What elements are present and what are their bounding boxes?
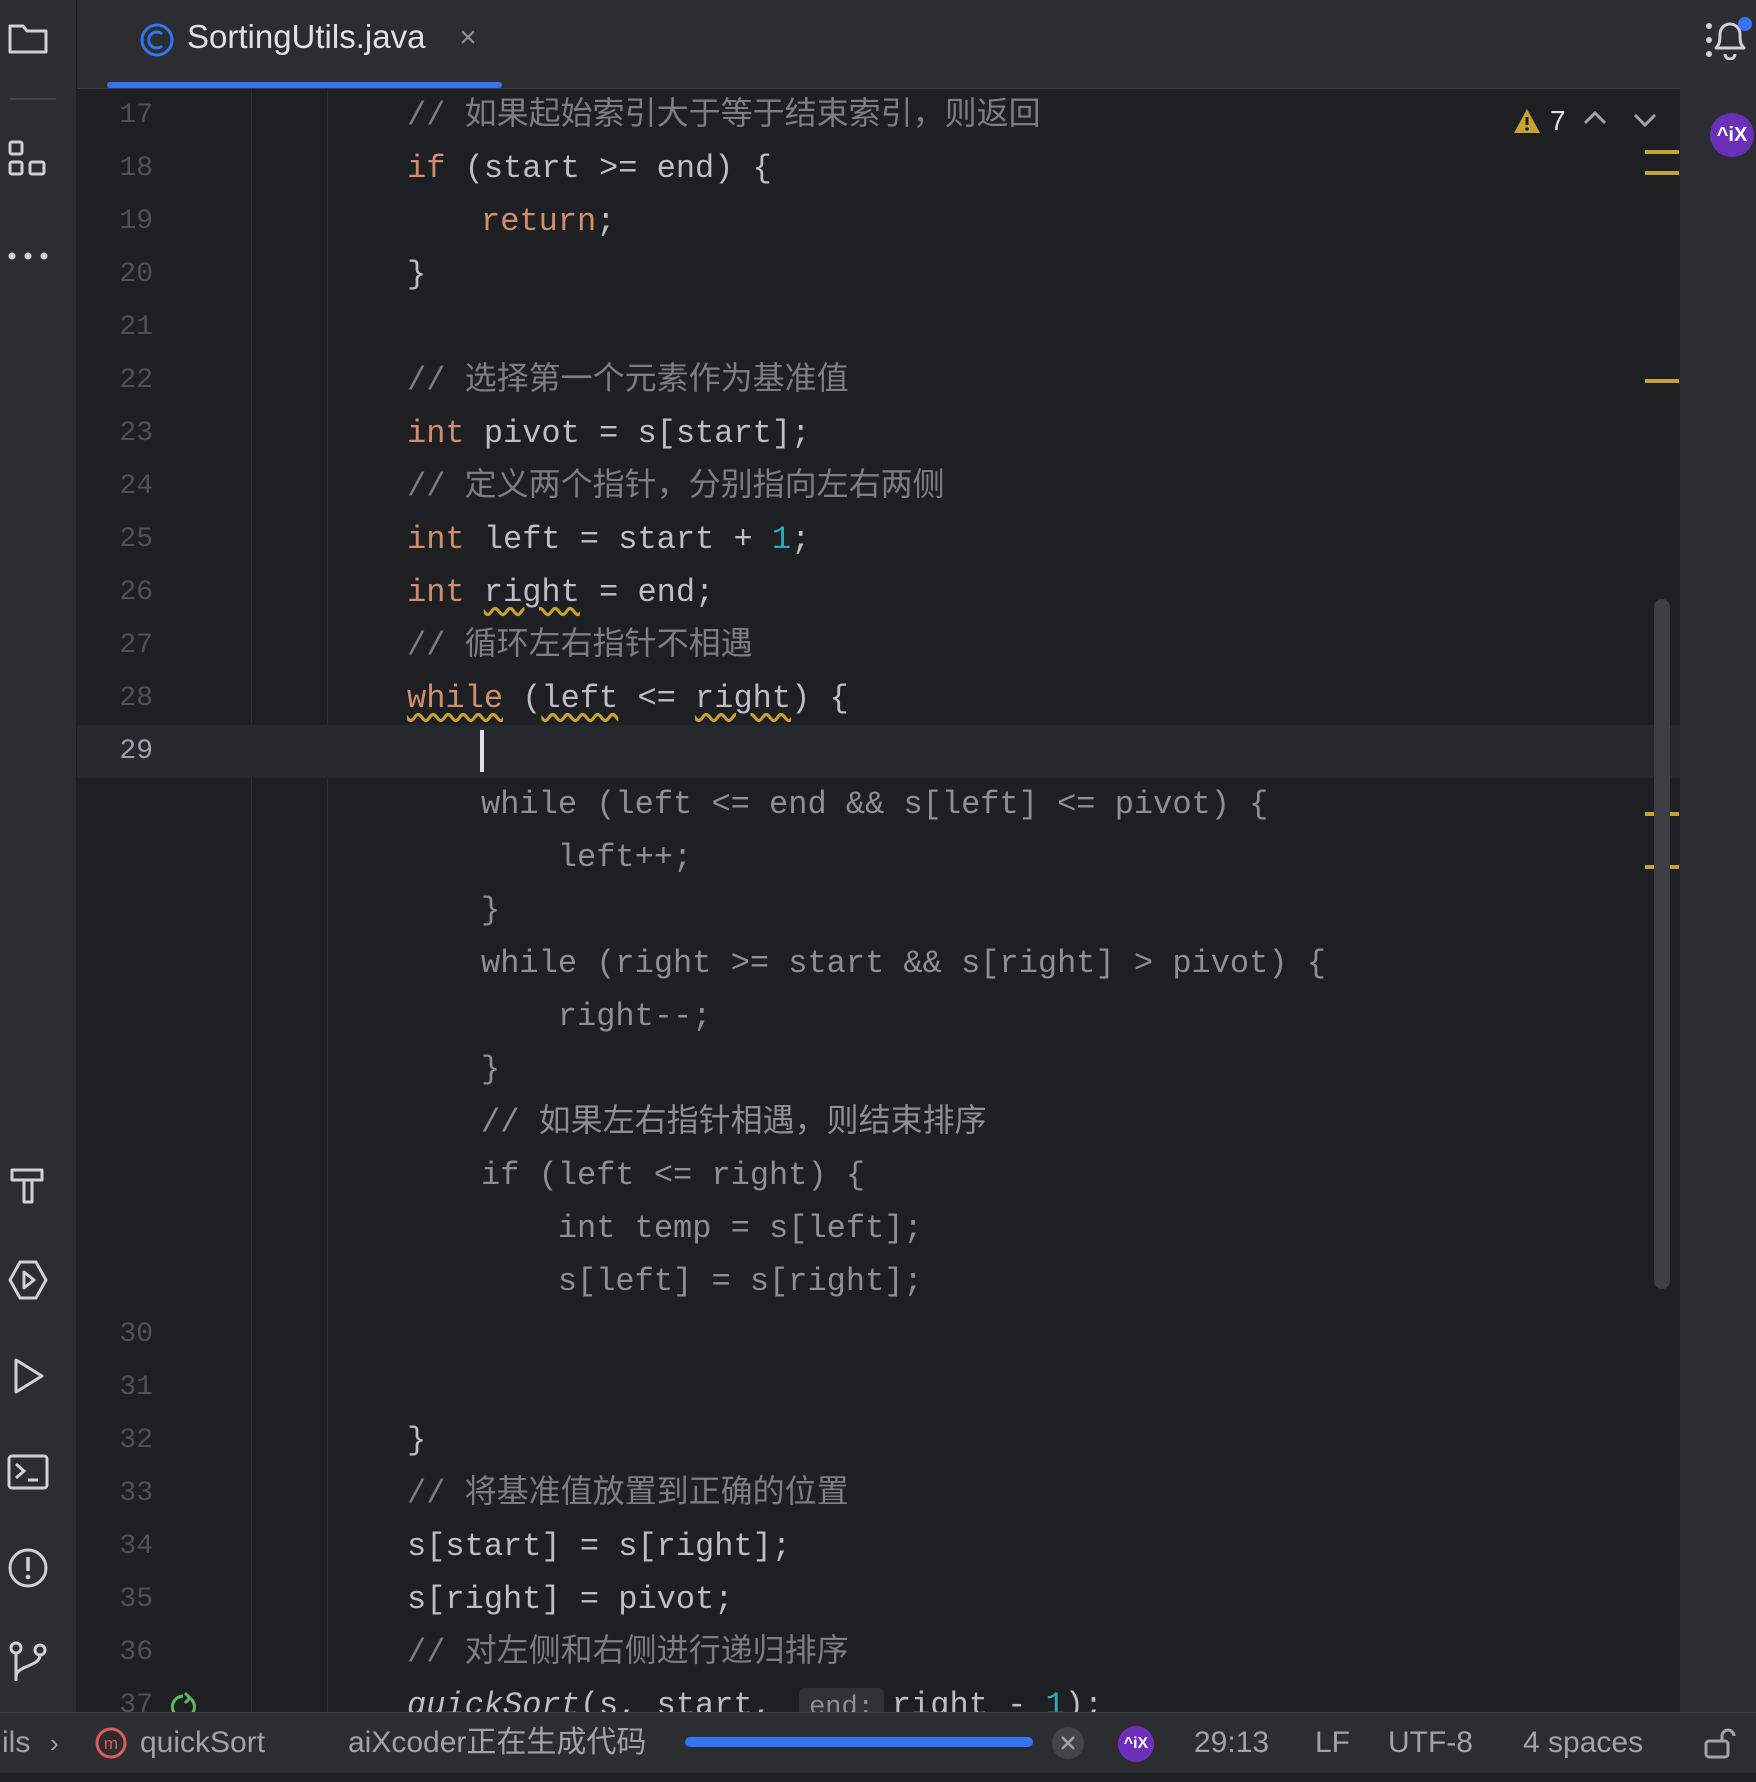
more-vertical-icon[interactable] — [1689, 18, 1729, 62]
close-icon[interactable]: × — [450, 20, 486, 56]
code-line: 36 // 对左侧和右侧进行递归排序 — [119, 1634, 849, 1671]
structure-icon[interactable] — [6, 138, 50, 182]
toolbar-divider — [10, 98, 56, 100]
code-line: 26 int right = end; — [119, 574, 715, 611]
vertical-scrollbar[interactable] — [1654, 599, 1670, 1289]
code-editor[interactable]: 7 17 // 如果起始索引大于等于结束索引，则返回 18 if (start … — [77, 89, 1680, 1712]
code-line: 18 if (start >= end) { — [119, 150, 772, 187]
breadcrumb-method[interactable]: quickSort — [140, 1713, 265, 1773]
code-line: 28 while (left <= right) { — [119, 680, 849, 717]
ai-status-message: aiXcoder正在生成代码 — [348, 1726, 647, 1759]
active-tab-indicator — [107, 82, 502, 88]
warning-marker[interactable] — [1645, 150, 1679, 154]
breadcrumb-file[interactable]: ils — [2, 1713, 30, 1773]
terminal-icon[interactable] — [6, 1450, 50, 1494]
folder-icon[interactable] — [6, 16, 50, 60]
more-icon[interactable] — [6, 234, 50, 278]
ghost-suggestion-line: // 如果左右指针相遇，则结束排序 — [481, 1104, 987, 1141]
cancel-icon[interactable] — [1050, 1713, 1086, 1773]
code-line: 21 — [119, 312, 153, 343]
code-line: 17 // 如果起始索引大于等于结束索引，则返回 — [119, 97, 1041, 134]
code-line: 35 s[right] = pivot; — [119, 1581, 734, 1618]
ghost-suggestion-line: right--; — [481, 998, 712, 1035]
code-line: 27 // 循环左右指针不相遇 — [119, 627, 753, 664]
code-line-current: 29 — [77, 725, 1680, 778]
services-icon[interactable] — [6, 1258, 50, 1302]
aixcoder-icon[interactable]: ^iX — [1710, 113, 1754, 157]
method-icon: m — [94, 1713, 128, 1773]
code-line: 32 } — [119, 1422, 427, 1459]
code-line: 31 — [119, 1372, 153, 1403]
code-line: 19 return; — [119, 203, 616, 240]
ghost-suggestion-line: while (left <= end && s[left] <= pivot) … — [481, 786, 1269, 823]
code-line: 33 // 将基准值放置到正确的位置 — [119, 1475, 849, 1512]
run-icon[interactable] — [6, 1354, 50, 1398]
ghost-suggestion-line: while (right >= start && s[right] > pivo… — [481, 945, 1326, 982]
warning-marker[interactable] — [1645, 379, 1679, 383]
ghost-suggestion-line: } — [481, 892, 501, 929]
code-line: 25 int left = start + 1; — [119, 521, 811, 558]
status-bar: ils › m quickSort aiXcoder正在生成代码 ^iX 29:… — [0, 1712, 1756, 1773]
problems-icon[interactable] — [6, 1546, 50, 1590]
ghost-suggestion-line: if (left <= right) { — [481, 1157, 866, 1194]
ghost-suggestion-line: s[left] = s[right]; — [481, 1263, 923, 1300]
recursive-call-icon[interactable] — [167, 1691, 199, 1712]
breadcrumb-separator-icon: › — [50, 1728, 59, 1758]
tab-label: SortingUtils.java — [187, 18, 426, 55]
tab-sortingutils[interactable]: SortingUtils.java × — [107, 0, 502, 88]
line-separator[interactable]: LF — [1315, 1713, 1350, 1773]
code-line: 22 // 选择第一个元素作为基准值 — [119, 362, 849, 399]
git-icon[interactable] — [6, 1640, 50, 1684]
aixcoder-status-icon[interactable]: ^iX — [1118, 1713, 1158, 1773]
progress-fill — [685, 1737, 1033, 1747]
code-line: 34 s[start] = s[right]; — [119, 1528, 792, 1565]
right-toolbar: ^iX — [1680, 0, 1756, 1712]
ghost-suggestion-line: left++; — [481, 839, 693, 876]
svg-text:m: m — [104, 1734, 118, 1753]
parameter-hint: end: — [799, 1688, 884, 1712]
code-line: 23 int pivot = s[start]; — [119, 415, 811, 452]
file-encoding[interactable]: UTF-8 — [1388, 1713, 1473, 1773]
build-icon[interactable] — [6, 1164, 50, 1208]
ghost-suggestion-line: int temp = s[left]; — [481, 1210, 923, 1247]
class-icon — [139, 22, 175, 58]
code-line: 24 // 定义两个指针，分别指向左右两侧 — [119, 468, 945, 505]
ai-progress-bar — [685, 1737, 1033, 1747]
text-caret — [480, 730, 484, 772]
editor-tab-bar: SortingUtils.java × — [77, 0, 1712, 89]
code-line: 20 } — [119, 256, 427, 293]
ghost-suggestion-line: } — [481, 1051, 501, 1088]
indent-setting[interactable]: 4 spaces — [1523, 1713, 1643, 1773]
left-toolbar — [0, 0, 77, 1712]
caret-position[interactable]: 29:13 — [1194, 1713, 1269, 1773]
warning-marker[interactable] — [1645, 171, 1679, 175]
code-line: 30 — [119, 1319, 153, 1350]
code-line: 37 quickSort(s, start, end: right - 1); — [77, 1679, 1680, 1712]
lock-icon[interactable] — [1700, 1713, 1736, 1773]
